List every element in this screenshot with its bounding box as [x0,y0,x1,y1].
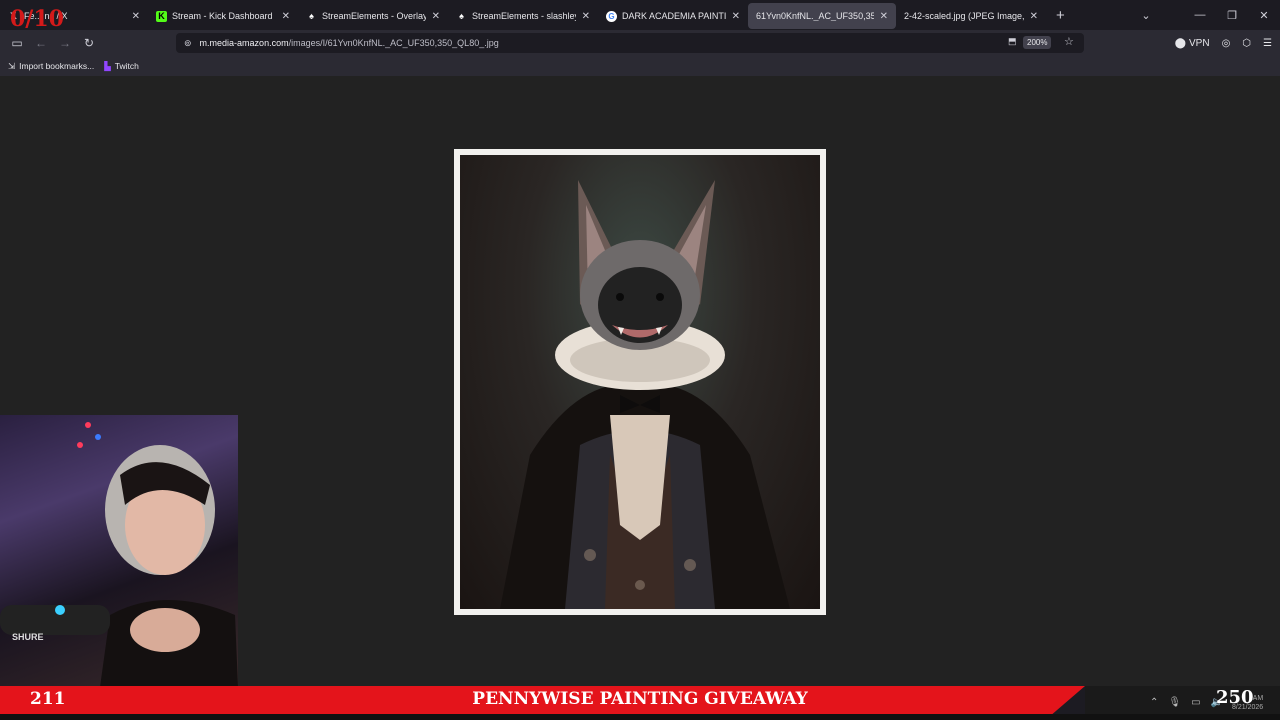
streamelements-icon: ♠ [309,11,314,21]
url-host: m.media-amazon.com [199,38,289,48]
navigation-bar: ▭ ← → ↻ ⊚ m.media-amazon.com/images/I/61… [0,30,1280,56]
zoom-level-button[interactable]: 200% [1023,36,1052,49]
new-tab-button[interactable]: + [1046,7,1075,24]
site-info-icon[interactable]: ⊚ [184,38,192,49]
google-icon: G [606,10,617,22]
svg-text:SHURE: SHURE [12,632,44,642]
url-path: /images/I/61Yvn0KnfNL._AC_UF350,350_QL80… [288,38,499,48]
goal-counter-corner: 0/10 [10,6,64,32]
close-icon[interactable]: ✕ [880,11,888,22]
tab-label: StreamElements - Overlays [322,11,426,21]
bookmarks-bar: ⇲ Import bookmarks... ▙ Twitch [0,56,1280,76]
close-icon[interactable]: ✕ [432,11,440,22]
tab-label: 61Yvn0KnfNL._AC_UF350,350_QL80 [756,11,874,21]
tab-label: StreamElements - slashley [472,11,576,21]
bookmark-label: Import bookmarks... [19,61,95,71]
bottom-strip [0,714,1280,720]
forward-icon[interactable]: → [54,32,76,54]
list-all-tabs-icon[interactable]: ⌄ [1130,9,1162,22]
back-icon[interactable]: ← [30,32,52,54]
close-icon[interactable]: ✕ [582,11,590,22]
goal-counter-right: 250 [1216,687,1254,708]
tab-label: DARK ACADEMIA PAINTING VA [622,11,726,21]
close-icon[interactable]: ✕ [282,11,290,22]
bookmark-import[interactable]: ⇲ Import bookmarks... [8,61,94,72]
toolbar-right: ⬤ VPN ◎ ⬡ ☰ [1175,30,1272,56]
sidebar-icon[interactable]: ▭ [6,32,28,54]
tab-scaled-jpg[interactable]: 2-42-scaled.jpg (JPEG Image, 1600 ✕ [896,3,1046,29]
account-icon[interactable]: ◎ [1222,38,1231,49]
kick-icon: K [156,10,167,22]
bookmark-star-icon[interactable]: ☆ [1064,35,1074,48]
bat-portrait-painting [460,155,820,609]
vpn-icon: ⬤ [1174,37,1186,49]
restore-icon[interactable]: ❐ [1216,9,1248,22]
bookmark-label: Twitch [114,61,139,71]
close-icon[interactable]: ✕ [732,11,740,22]
tab-bar: 𝕏 Fe... ns / X ✕ K Stream - Kick Dashboa… [0,0,1280,30]
reload-icon[interactable]: ↻ [78,32,100,54]
streamer-webcam-illustration: SHURE [0,422,238,687]
chevron-up-icon[interactable]: ⌃ [1150,697,1158,708]
import-icon: ⇲ [8,60,16,71]
save-page-icon[interactable]: ⬒ [1008,36,1017,47]
twitch-icon: ▙ [104,60,111,71]
painting-illustration [500,180,790,609]
window-controls: ⌄ — ❐ ✕ [1130,0,1280,30]
microphone-icon[interactable]: 🎙 [1168,697,1181,708]
webcam-overlay: SHURE [0,415,238,687]
menu-icon[interactable]: ☰ [1263,38,1272,49]
tab-streamelements-slashley[interactable]: ♠ StreamElements - slashley ✕ [448,3,598,29]
tab-label: 2-42-scaled.jpg (JPEG Image, 1600 [904,11,1024,21]
extensions-icon[interactable]: ⬡ [1242,38,1251,49]
vpn-button[interactable]: ⬤ VPN [1175,38,1210,49]
tab-kick-dashboard[interactable]: K Stream - Kick Dashboard ✕ [148,3,298,29]
tab-label: Stream - Kick Dashboard [172,11,273,21]
minimize-icon[interactable]: — [1184,9,1216,21]
display-icon[interactable]: ▭ [1191,697,1200,708]
displayed-image[interactable] [454,149,826,615]
close-icon[interactable]: ✕ [132,11,140,22]
vpn-label: VPN [1189,37,1210,49]
close-icon[interactable]: ✕ [1030,11,1038,22]
bookmark-twitch[interactable]: ▙ Twitch [104,61,139,72]
window-close-icon[interactable]: ✕ [1248,9,1280,22]
tab-image-active[interactable]: 61Yvn0KnfNL._AC_UF350,350_QL80 ✕ [748,3,896,29]
tab-dark-academia[interactable]: G DARK ACADEMIA PAINTING VA ✕ [598,3,748,29]
address-bar[interactable]: ⊚ m.media-amazon.com/images/I/61Yvn0KnfN… [176,33,1084,53]
system-tray: ⌃ 🎙 ▭ 🔈 [1150,697,1223,708]
tab-streamelements-overlays[interactable]: ♠ StreamElements - Overlays ✕ [298,3,448,29]
streamelements-icon: ♠ [459,11,464,21]
